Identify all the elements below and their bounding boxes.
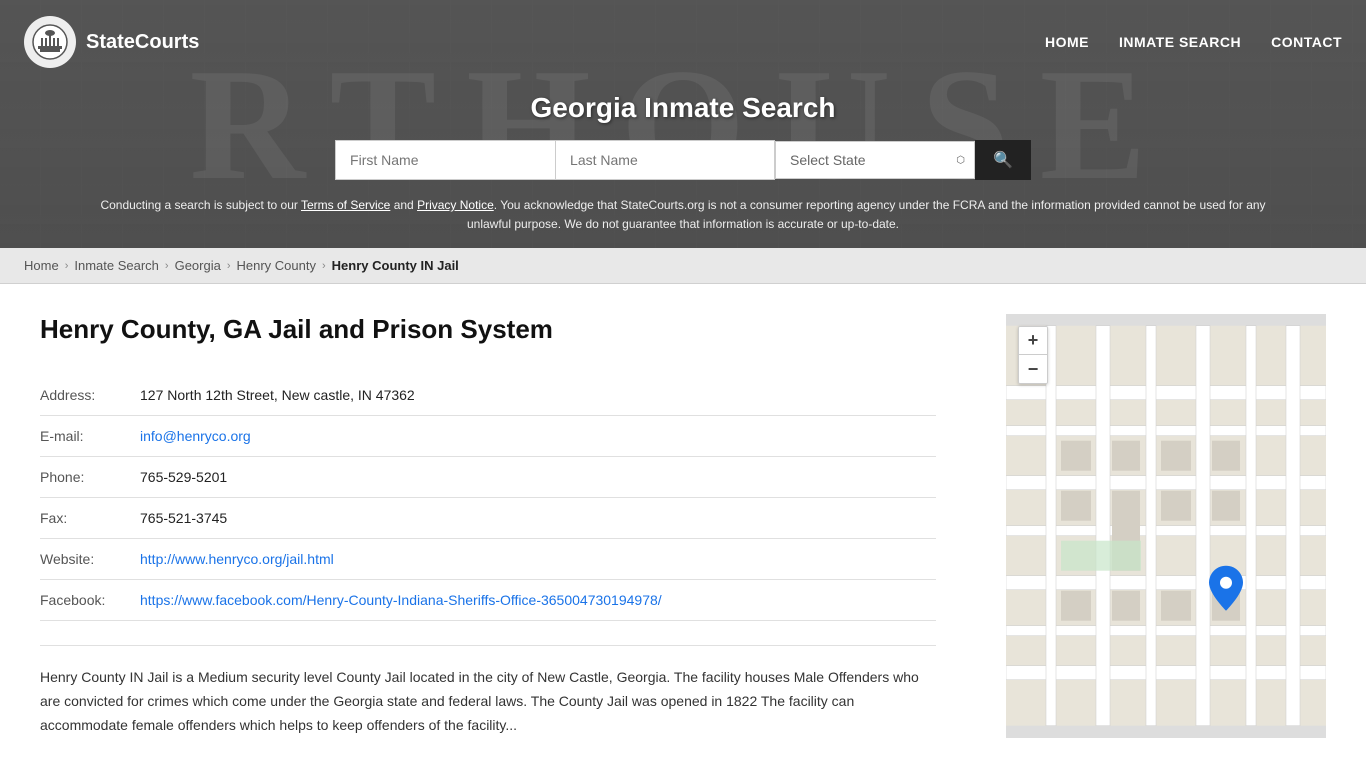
breadcrumb-sep-2: › [165,260,169,272]
map-zoom-out-button[interactable]: − [1019,355,1047,383]
website-label: Website: [40,539,140,580]
breadcrumb-sep-1: › [65,260,69,272]
nav-links: HOME INMATE SEARCH CONTACT [1045,34,1342,50]
content-left: Henry County, GA Jail and Prison System … [40,314,966,737]
breadcrumb-henry-county[interactable]: Henry County [237,258,316,273]
map-svg [1006,314,1326,737]
map-zoom-controls: + − [1018,326,1048,384]
website-link[interactable]: http://www.henryco.org/jail.html [140,551,334,567]
last-name-input[interactable] [555,140,775,180]
fax-row: Fax: 765-521-3745 [40,498,936,539]
phone-value: 765-529-5201 [140,457,936,498]
address-label: Address: [40,375,140,416]
email-row: E-mail: info@henryco.org [40,416,936,457]
privacy-link[interactable]: Privacy Notice [417,198,494,212]
page-main-title: Georgia Inmate Search [0,92,1366,124]
website-value: http://www.henryco.org/jail.html [140,539,936,580]
nav-inmate-search[interactable]: INMATE SEARCH [1119,34,1241,50]
search-icon: 🔍 [993,152,1013,169]
first-name-input[interactable] [335,140,555,180]
facebook-link[interactable]: https://www.facebook.com/Henry-County-In… [140,592,662,608]
facebook-label: Facebook: [40,580,140,621]
facility-title: Henry County, GA Jail and Prison System [40,314,936,345]
breadcrumb: Home › Inmate Search › Georgia › Henry C… [0,248,1366,284]
phone-label: Phone: [40,457,140,498]
website-row: Website: http://www.henryco.org/jail.htm… [40,539,936,580]
breadcrumb-home[interactable]: Home [24,258,59,273]
site-name: StateCourts [86,31,199,54]
map-area: + − [1006,314,1326,737]
fax-label: Fax: [40,498,140,539]
disclaimer-text-after: . You acknowledge that StateCourts.org i… [467,198,1266,231]
fax-value: 765-521-3745 [140,498,936,539]
search-bar: Select State Alabama Alaska Georgia Indi… [0,140,1366,196]
map-zoom-in-button[interactable]: + [1019,327,1047,355]
logo-area: StateCourts [24,16,199,68]
email-link[interactable]: info@henryco.org [140,428,251,444]
email-value: info@henryco.org [140,416,936,457]
state-select[interactable]: Select State Alabama Alaska Georgia Indi… [775,141,975,179]
facility-info-table: Address: 127 North 12th Street, New cast… [40,375,936,621]
facility-description: Henry County IN Jail is a Medium securit… [40,645,936,737]
facebook-row: Facebook: https://www.facebook.com/Henry… [40,580,936,621]
disclaimer-text-before: Conducting a search is subject to our [100,198,301,212]
state-select-wrapper: Select State Alabama Alaska Georgia Indi… [775,140,975,180]
email-label: E-mail: [40,416,140,457]
site-logo-icon [24,16,76,68]
map-container: + − [1006,314,1326,737]
terms-link[interactable]: Terms of Service [301,198,390,212]
breadcrumb-inmate-search[interactable]: Inmate Search [74,258,159,273]
nav-contact[interactable]: CONTACT [1271,34,1342,50]
phone-row: Phone: 765-529-5201 [40,457,936,498]
breadcrumb-sep-3: › [227,260,231,272]
facebook-value: https://www.facebook.com/Henry-County-In… [140,580,936,621]
disclaimer: Conducting a search is subject to our Te… [0,196,1366,248]
address-value: 127 North 12th Street, New castle, IN 47… [140,375,936,416]
disclaimer-and: and [390,198,417,212]
breadcrumb-sep-4: › [322,260,326,272]
address-row: Address: 127 North 12th Street, New cast… [40,375,936,416]
search-button[interactable]: 🔍 [975,140,1031,180]
breadcrumb-current: Henry County IN Jail [332,258,459,273]
breadcrumb-georgia[interactable]: Georgia [175,258,221,273]
nav-home[interactable]: HOME [1045,34,1089,50]
